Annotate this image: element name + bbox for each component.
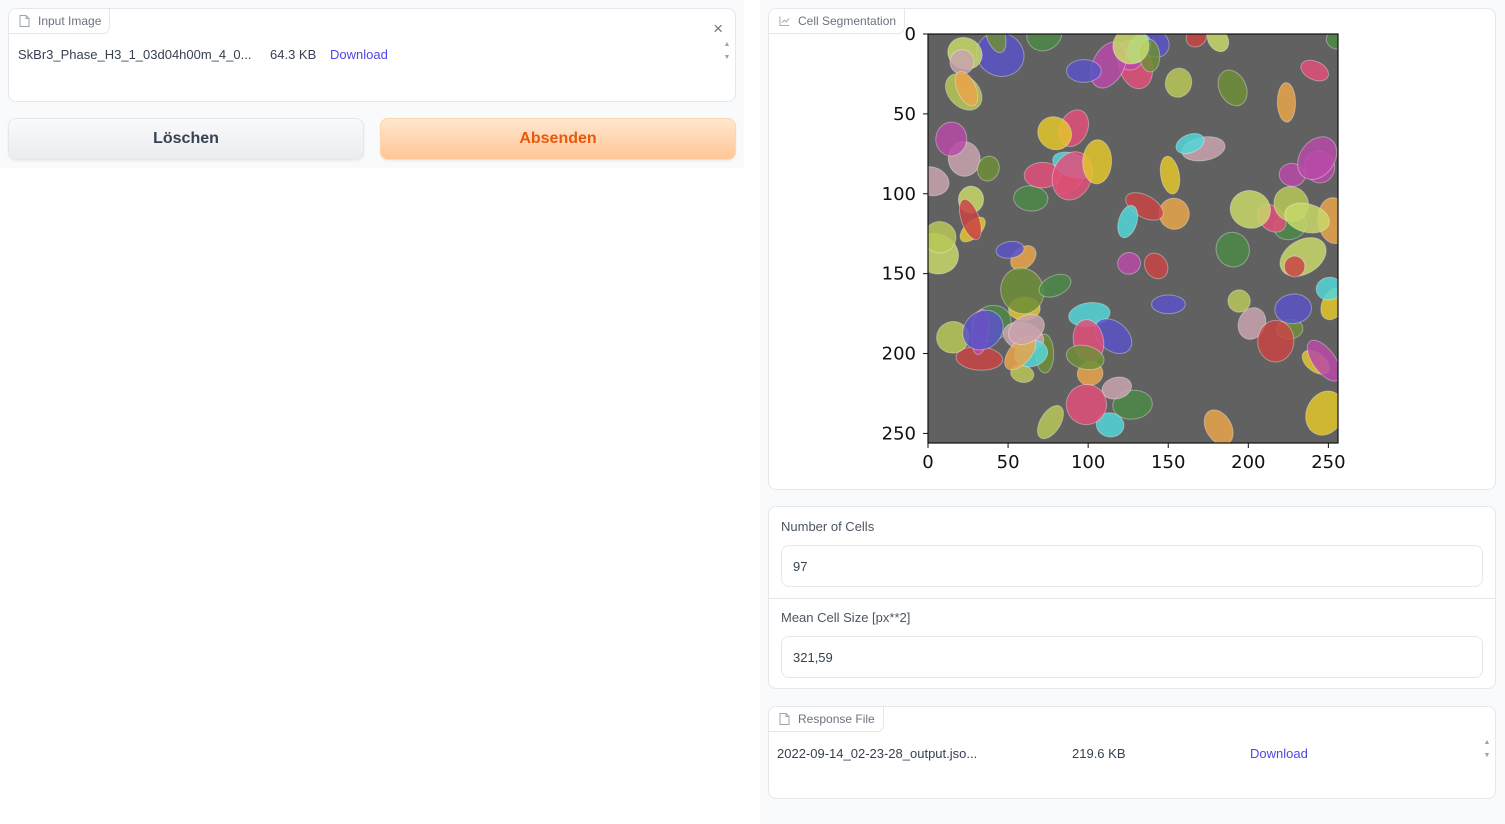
x-axis: 0 50 100 150 200 250 <box>922 443 1346 473</box>
input-scrollbar[interactable]: ▲ ▼ <box>721 41 733 61</box>
response-scrollbar[interactable]: ▲ ▼ <box>1481 739 1493 759</box>
cell-segmentation-label: Cell Segmentation <box>798 14 897 28</box>
x-tick-label: 0 <box>922 452 933 473</box>
cells-count-field[interactable]: 97 <box>781 545 1483 587</box>
clear-button[interactable]: Löschen <box>8 118 364 160</box>
input-image-tab: Input Image <box>9 9 111 34</box>
cells-count-label: Number of Cells <box>781 519 875 534</box>
input-column: Input Image × SkBr3_Phase_H3_1_03d04h00m… <box>0 0 744 168</box>
y-tick-label: 50 <box>893 104 916 125</box>
response-download-link[interactable]: Download <box>1250 746 1308 761</box>
close-icon[interactable]: × <box>713 20 723 37</box>
cell-mask <box>1283 255 1306 278</box>
mean-size-field[interactable]: 321,59 <box>781 636 1483 678</box>
file-icon <box>19 15 30 27</box>
output-column: 0 50 100 150 200 250 0 50 100 150 200 250 Cell Seg… <box>760 0 1505 824</box>
scroll-down-icon[interactable]: ▼ <box>1484 752 1491 759</box>
cell-segmentation-block: 0 50 100 150 200 250 0 50 100 150 200 250 Cell Seg… <box>768 8 1496 490</box>
x-tick-label: 250 <box>1311 452 1345 473</box>
x-tick-label: 200 <box>1231 452 1265 473</box>
input-file-row: SkBr3_Phase_H3_1_03d04h00m_4_0... 64.3 K… <box>18 47 707 62</box>
input-image-block: Input Image × SkBr3_Phase_H3_1_03d04h00m… <box>8 8 736 102</box>
chart-icon <box>779 16 790 27</box>
mean-size-label: Mean Cell Size [px**2] <box>781 610 911 625</box>
scroll-up-icon[interactable]: ▲ <box>1484 739 1491 746</box>
segmentation-plot: 0 50 100 150 200 250 0 50 100 150 200 250 <box>882 24 1346 473</box>
y-axis: 0 50 100 150 200 250 <box>882 24 928 444</box>
scroll-up-icon[interactable]: ▲ <box>724 41 731 48</box>
response-file-size: 219.6 KB <box>1072 746 1126 761</box>
cell-segmentation-tab: Cell Segmentation <box>769 9 906 34</box>
input-image-label: Input Image <box>38 14 102 28</box>
scroll-down-icon[interactable]: ▼ <box>724 54 731 61</box>
y-tick-label: 150 <box>882 264 916 285</box>
x-tick-label: 50 <box>997 452 1020 473</box>
response-file-name: 2022-09-14_02-23-28_output.jso... <box>777 746 978 761</box>
file-icon <box>779 713 790 725</box>
y-tick-label: 200 <box>882 344 916 365</box>
stats-block: Number of Cells 97 Mean Cell Size [px**2… <box>768 506 1496 689</box>
input-download-link[interactable]: Download <box>330 47 388 62</box>
input-file-size: 64.3 KB <box>270 47 317 62</box>
response-file-label: Response File <box>798 712 875 726</box>
x-tick-label: 100 <box>1071 452 1105 473</box>
y-tick-label: 250 <box>882 423 916 444</box>
stats-divider <box>769 598 1495 599</box>
cell-mask <box>1066 59 1102 83</box>
cell-mask <box>1151 294 1186 315</box>
x-tick-label: 150 <box>1151 452 1185 473</box>
image-background <box>928 34 1338 443</box>
submit-button[interactable]: Absenden <box>380 118 736 160</box>
response-file-tab: Response File <box>769 707 884 732</box>
cell-overlays <box>928 34 1338 443</box>
response-file-block: Response File 2022-09-14_02-23-28_output… <box>768 706 1496 799</box>
y-tick-label: 100 <box>882 184 916 205</box>
y-tick-label: 0 <box>905 24 916 45</box>
input-file-name: SkBr3_Phase_H3_1_03d04h00m_4_0... <box>18 47 252 62</box>
cell-mask <box>1276 82 1297 123</box>
